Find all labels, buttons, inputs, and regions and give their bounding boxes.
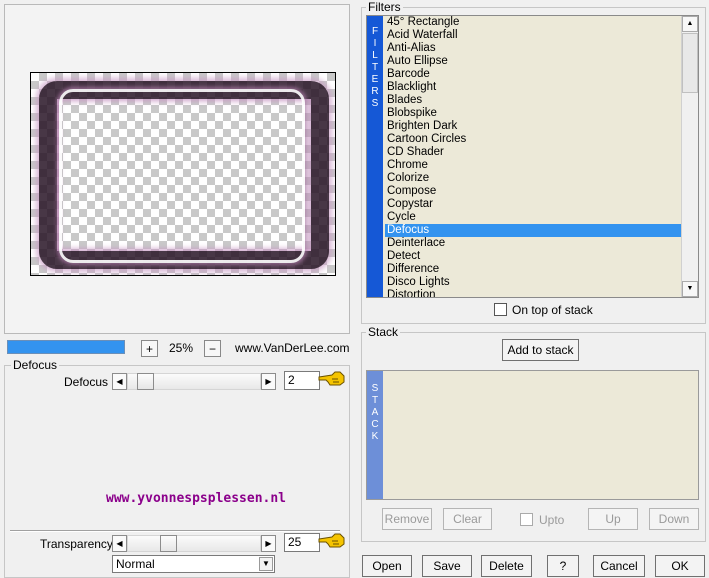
slider-left-arrow-icon[interactable]: ◀ xyxy=(112,373,127,390)
stack-side-bar-letters: STACK xyxy=(367,383,383,443)
list-item[interactable]: 45° Rectangle xyxy=(385,16,681,29)
blend-mode-value: Normal xyxy=(116,557,155,571)
list-item[interactable]: Auto Ellipse xyxy=(385,55,681,68)
pointing-hand-icon xyxy=(318,371,345,386)
side-bar-letter: S xyxy=(371,383,379,394)
filter-list-scrollbar[interactable]: ▲ ▼ xyxy=(681,16,698,297)
upto-label: Upto xyxy=(539,513,565,527)
list-item[interactable]: Acid Waterfall xyxy=(385,29,681,42)
blend-mode-select[interactable]: Normal ▼ xyxy=(112,555,275,573)
list-item[interactable]: Blades xyxy=(385,94,681,107)
transparency-label: Transparency xyxy=(40,537,113,551)
up-button[interactable]: Up xyxy=(588,508,638,530)
list-item[interactable]: Copystar xyxy=(385,198,681,211)
defocus-slider[interactable]: ◀ ▶ xyxy=(112,373,276,390)
list-item[interactable]: Cartoon Circles xyxy=(385,133,681,146)
list-item[interactable]: Detect xyxy=(385,250,681,263)
slider-left-arrow-icon[interactable]: ◀ xyxy=(112,535,127,552)
side-bar-letter: K xyxy=(371,431,379,442)
ok-button[interactable]: OK xyxy=(655,555,705,577)
preview-pane xyxy=(4,4,350,334)
list-item[interactable]: Colorize xyxy=(385,172,681,185)
side-bar-letter: E xyxy=(371,74,379,85)
list-item[interactable]: Difference xyxy=(385,263,681,276)
side-bar-letter: L xyxy=(372,50,378,61)
defocus-group-title: Defocus xyxy=(11,358,60,372)
remove-button[interactable]: Remove xyxy=(382,508,432,530)
list-item[interactable]: Brighten Dark xyxy=(385,120,681,133)
frame-highlight xyxy=(59,89,305,263)
side-bar-letter: S xyxy=(371,98,379,109)
filter-list[interactable]: FILTERS 45° Rectangle Acid Waterfall Anti-… xyxy=(366,15,699,298)
transparency-value-input[interactable]: 25 xyxy=(284,533,320,552)
side-bar-letter: C xyxy=(371,419,379,430)
list-item[interactable]: Deinterlace xyxy=(385,237,681,250)
side-bar-letter: T xyxy=(371,62,379,73)
divider xyxy=(10,530,340,532)
side-bar-letter: T xyxy=(371,395,379,406)
open-button[interactable]: Open xyxy=(362,555,412,577)
slider-thumb[interactable] xyxy=(137,373,154,390)
save-button[interactable]: Save xyxy=(422,555,472,577)
stack-group-title: Stack xyxy=(366,325,401,339)
stack-side-bar: STACK xyxy=(367,371,383,499)
list-item[interactable]: Anti-Alias xyxy=(385,42,681,55)
clear-button[interactable]: Clear xyxy=(443,508,492,530)
progress-bar xyxy=(7,340,125,354)
add-to-stack-button[interactable]: Add to stack xyxy=(502,339,579,361)
pointing-hand-icon xyxy=(318,533,345,548)
side-bar-letter: A xyxy=(371,407,379,418)
list-item[interactable]: Blacklight xyxy=(385,81,681,94)
list-item[interactable]: CD Shader xyxy=(385,146,681,159)
defocus-value-input[interactable]: 2 xyxy=(284,371,320,390)
scroll-down-icon[interactable]: ▼ xyxy=(682,281,698,297)
list-item[interactable]: Blobspike xyxy=(385,107,681,120)
down-button[interactable]: Down xyxy=(649,508,699,530)
zoom-out-button[interactable]: − xyxy=(204,340,221,357)
upto-checkbox[interactable] xyxy=(520,513,533,526)
website-watermark: www.yvonnespsplessen.nl xyxy=(106,491,287,506)
cancel-button[interactable]: Cancel xyxy=(593,555,645,577)
list-item[interactable]: Defocus xyxy=(385,224,681,237)
list-item[interactable]: Cycle xyxy=(385,211,681,224)
delete-button[interactable]: Delete xyxy=(481,555,532,577)
slider-thumb[interactable] xyxy=(160,535,177,552)
defocus-param-label: Defocus xyxy=(64,375,109,389)
stack-list[interactable]: STACK xyxy=(366,370,699,500)
on-top-checkbox[interactable] xyxy=(494,303,507,316)
slider-track[interactable] xyxy=(127,535,261,552)
chevron-down-icon[interactable]: ▼ xyxy=(259,557,273,571)
preview-canvas[interactable] xyxy=(30,72,336,276)
zoom-in-button[interactable]: + xyxy=(141,340,158,357)
zoom-level: 25% xyxy=(169,341,194,355)
side-bar-letter: I xyxy=(373,38,377,49)
filters-side-bar-letters: FILTERS xyxy=(367,26,383,110)
side-bar-letter: R xyxy=(371,86,379,97)
filters-side-bar: FILTERS xyxy=(367,16,383,297)
brand-link[interactable]: www.VanDerLee.com xyxy=(235,341,350,355)
list-item[interactable]: Chrome xyxy=(385,159,681,172)
filters-group-title: Filters xyxy=(366,0,403,14)
scroll-up-icon[interactable]: ▲ xyxy=(682,16,698,32)
slider-right-arrow-icon[interactable]: ▶ xyxy=(261,373,276,390)
list-item[interactable]: Disco Lights xyxy=(385,276,681,289)
slider-right-arrow-icon[interactable]: ▶ xyxy=(261,535,276,552)
on-top-label: On top of stack xyxy=(512,303,593,317)
list-item[interactable]: Compose xyxy=(385,185,681,198)
transparency-slider[interactable]: ◀ ▶ xyxy=(112,535,276,552)
help-button[interactable]: ? xyxy=(547,555,579,577)
list-item[interactable]: Distortion xyxy=(385,289,681,297)
filter-items: 45° Rectangle Acid Waterfall Anti-Alias Aut… xyxy=(385,16,681,297)
side-bar-letter: F xyxy=(371,26,379,37)
list-item[interactable]: Barcode xyxy=(385,68,681,81)
scroll-thumb[interactable] xyxy=(682,33,698,93)
